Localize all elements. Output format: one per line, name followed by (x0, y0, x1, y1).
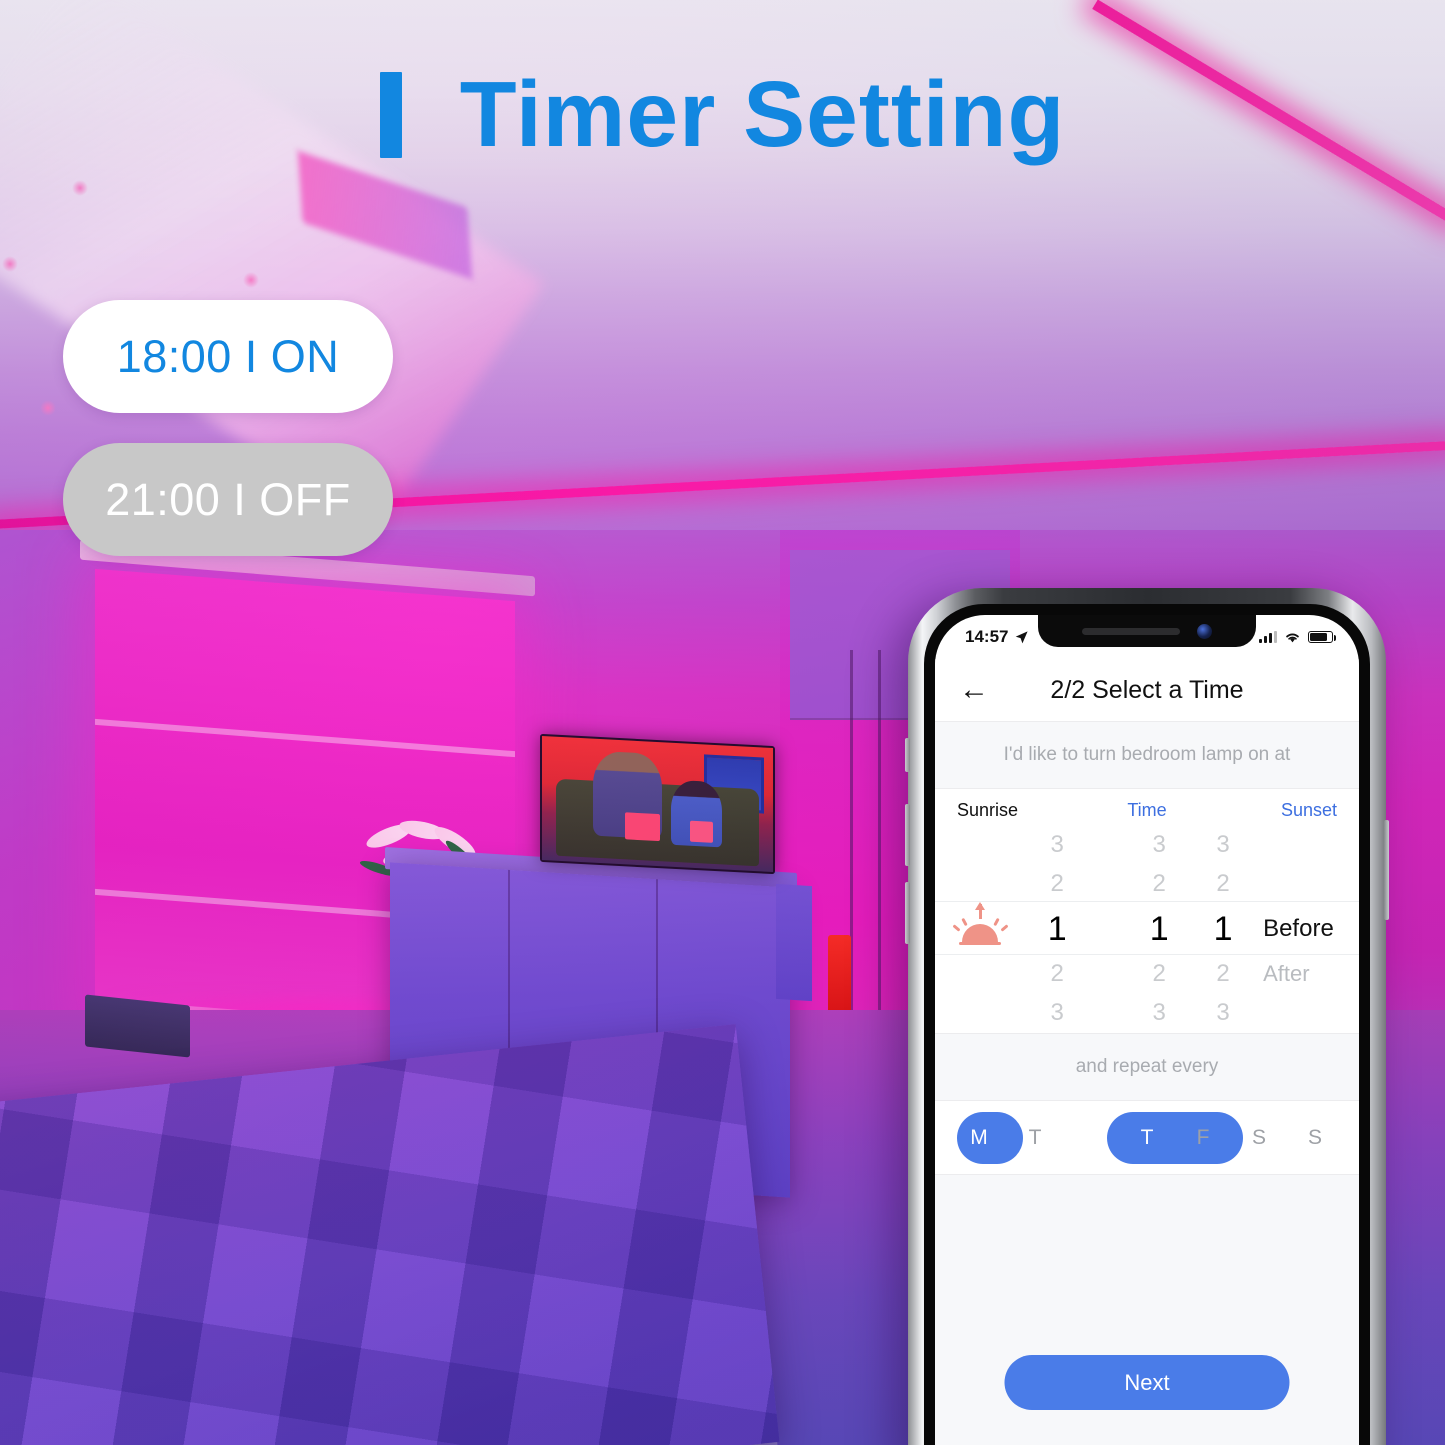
sparkle (40, 400, 56, 416)
power-button[interactable] (1384, 820, 1389, 920)
red-towel (828, 935, 851, 1015)
picker-cell: 3 (1152, 999, 1166, 1027)
picker-cell (1263, 825, 1359, 864)
picker-cell-selected: 1 (1149, 909, 1169, 948)
signal-bars-icon (1259, 631, 1277, 643)
day-selector: M T W T F S S (935, 1101, 1359, 1175)
picker-cell (1263, 994, 1359, 1033)
status-bar-time: 14:57 (965, 627, 1009, 646)
earpiece-speaker-icon (1082, 627, 1180, 635)
badge-timer-off: 21:00 I OFF (63, 443, 393, 556)
picker-cell: 2 (1216, 959, 1230, 987)
badge-timer-on: 18:00 I ON (63, 300, 393, 413)
picker-column-minutes-tens[interactable]: 3 2 1 2 3 (1127, 825, 1191, 1033)
picker-cell: 2 (1050, 870, 1064, 898)
picker-cell (1263, 864, 1359, 903)
app-header: ← 2/2 Select a Time (935, 659, 1359, 721)
speaker-box (776, 883, 812, 1002)
battery-icon (1308, 631, 1337, 643)
picker-cell: 3 (1050, 830, 1064, 858)
picker-cell: 3 (1050, 999, 1064, 1027)
picker-cell: 3 (1216, 999, 1230, 1027)
picker-cell-selected: Before (1263, 915, 1334, 942)
sparkle (243, 272, 259, 288)
volume-down-button[interactable] (905, 882, 910, 944)
screen-empty-area: Next (935, 1175, 1359, 1445)
tab-sunset[interactable]: Sunset (1223, 800, 1337, 821)
volume-up-button[interactable] (905, 804, 910, 866)
tv-screen (542, 735, 773, 873)
door-frame (878, 650, 881, 1030)
tab-time[interactable]: Time (1071, 800, 1223, 821)
picker-cell: 2 (1152, 959, 1166, 987)
day-saturday[interactable]: S (1231, 1112, 1287, 1164)
phone-screen: 14:57 ← 2/2 Select a Time I'd like to tu… (935, 615, 1359, 1445)
time-picker: 3 2 1 2 3 3 2 1 2 3 3 2 1 2 3 Before Aft… (935, 825, 1359, 1033)
next-button[interactable]: Next (1004, 1355, 1290, 1410)
picker-cell: 2 (1216, 870, 1230, 898)
picker-cell: 2 (1050, 959, 1064, 987)
title-text: Timer Setting (459, 62, 1066, 166)
sparkle (72, 180, 88, 196)
picker-cell-selected: 1 (1047, 909, 1067, 948)
picker-tabs: Sunrise Time Sunset (935, 789, 1359, 825)
picker-column-hours[interactable]: 3 2 1 2 3 (1025, 825, 1089, 1033)
day-sunday[interactable]: S (1287, 1112, 1343, 1164)
repeat-label: and repeat every (935, 1033, 1359, 1101)
sunrise-icon (951, 902, 1009, 948)
picker-cell: After (1263, 960, 1310, 986)
tab-sunrise[interactable]: Sunrise (957, 800, 1071, 821)
day-tuesday[interactable]: T (1007, 1112, 1063, 1164)
instruction-text: I'd like to turn bedroom lamp on at (935, 721, 1359, 789)
sparkle (2, 256, 18, 272)
back-arrow-icon[interactable]: ← (959, 675, 999, 705)
nightstand (85, 994, 190, 1058)
timer-badges: 18:00 I ON 21:00 I OFF (63, 300, 393, 556)
notch (1038, 615, 1256, 647)
front-camera-icon (1197, 623, 1212, 639)
location-arrow-icon (1016, 630, 1029, 643)
picker-column-icon (935, 825, 1025, 1033)
day-friday[interactable]: F (1175, 1112, 1231, 1164)
status-bar-left: 14:57 (965, 627, 1029, 647)
status-bar-right (1259, 631, 1337, 644)
phone-mockup: 14:57 ← 2/2 Select a Time I'd like to tu… (905, 588, 1389, 1445)
picker-cell: 3 (1216, 830, 1230, 858)
wifi-icon (1286, 633, 1299, 642)
mute-switch[interactable] (905, 738, 910, 772)
picker-column-offset[interactable]: Before After (1255, 825, 1359, 1033)
title-accent-bar (379, 71, 402, 158)
picker-column-minutes-ones[interactable]: 3 2 1 2 3 (1191, 825, 1255, 1033)
day-monday[interactable]: M (951, 1112, 1007, 1164)
picker-cell: 2 (1152, 870, 1166, 898)
television (540, 733, 775, 875)
day-thursday[interactable]: T (1119, 1112, 1175, 1164)
day-wednesday[interactable]: W (1063, 1112, 1119, 1164)
picker-cell-selected: 1 (1213, 909, 1233, 948)
page-title: Timer Setting (0, 68, 1445, 161)
picker-cell: 3 (1152, 830, 1166, 858)
